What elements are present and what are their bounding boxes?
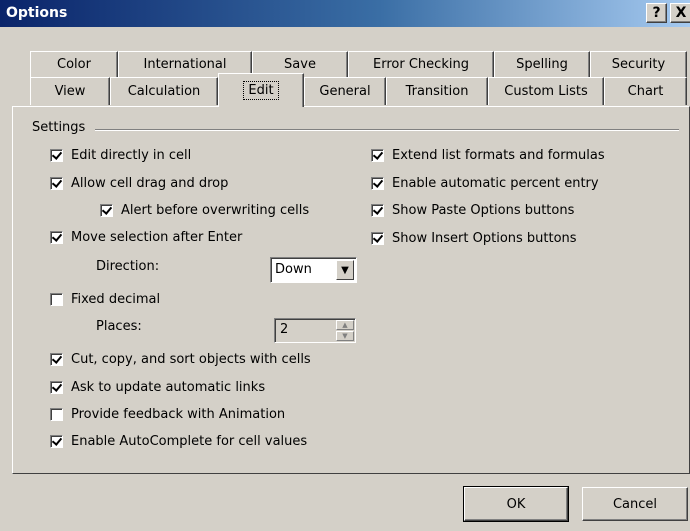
triangle-up-icon[interactable]: ▲ bbox=[336, 320, 354, 330]
check-icon[interactable] bbox=[50, 231, 63, 244]
title-bar: Options ? X bbox=[0, 0, 690, 27]
option-autocomplete[interactable]: Enable AutoComplete for cell values bbox=[50, 434, 307, 449]
tab-error-checking[interactable]: Error Checking bbox=[348, 51, 494, 77]
tab-transition[interactable]: Transition bbox=[386, 77, 488, 105]
check-icon[interactable] bbox=[371, 149, 384, 162]
direction-select[interactable]: Down ▼ bbox=[270, 257, 357, 283]
option-alert-overwrite[interactable]: Alert before overwriting cells bbox=[100, 203, 309, 218]
tab-chart[interactable]: Chart bbox=[604, 77, 687, 105]
option-fixed-decimal[interactable]: Fixed decimal bbox=[50, 292, 160, 307]
check-icon[interactable] bbox=[50, 149, 63, 162]
check-icon[interactable] bbox=[100, 204, 113, 217]
option-paste-options[interactable]: Show Paste Options buttons bbox=[371, 203, 574, 218]
tab-general[interactable]: General bbox=[304, 77, 386, 105]
chevron-down-icon[interactable]: ▼ bbox=[336, 260, 354, 280]
check-icon[interactable] bbox=[50, 353, 63, 366]
check-icon[interactable] bbox=[50, 408, 63, 421]
tab-custom-lists[interactable]: Custom Lists bbox=[488, 77, 604, 105]
check-icon[interactable] bbox=[371, 177, 384, 190]
option-feedback-animation[interactable]: Provide feedback with Animation bbox=[50, 407, 285, 422]
option-percent-entry[interactable]: Enable automatic percent entry bbox=[371, 176, 599, 191]
check-icon[interactable] bbox=[50, 177, 63, 190]
window-title: Options bbox=[6, 5, 68, 21]
tab-calculation[interactable]: Calculation bbox=[110, 77, 218, 105]
direction-label: Direction: bbox=[96, 259, 160, 274]
tab-security[interactable]: Security bbox=[590, 51, 687, 77]
places-spinner[interactable]: 2 ▲ ▼ bbox=[274, 318, 356, 343]
close-button[interactable]: X bbox=[670, 3, 690, 23]
tab-color[interactable]: Color bbox=[30, 51, 118, 77]
check-icon[interactable] bbox=[50, 381, 63, 394]
check-icon[interactable] bbox=[50, 435, 63, 448]
check-icon[interactable] bbox=[371, 204, 384, 217]
tab-view[interactable]: View bbox=[30, 77, 110, 105]
direction-value: Down bbox=[275, 262, 312, 277]
option-cut-copy[interactable]: Cut, copy, and sort objects with cells bbox=[50, 352, 311, 367]
tab-spelling[interactable]: Spelling bbox=[494, 51, 590, 77]
triangle-down-icon[interactable]: ▼ bbox=[336, 331, 354, 341]
places-label: Places: bbox=[96, 319, 142, 334]
option-move-selection[interactable]: Move selection after Enter bbox=[50, 230, 242, 245]
help-button[interactable]: ? bbox=[646, 3, 667, 23]
group-divider bbox=[95, 129, 679, 131]
check-icon[interactable] bbox=[50, 293, 63, 306]
cancel-button[interactable]: Cancel bbox=[582, 487, 688, 521]
settings-group-label: Settings bbox=[32, 120, 92, 135]
option-ask-update[interactable]: Ask to update automatic links bbox=[50, 380, 265, 395]
option-edit-directly[interactable]: Edit directly in cell bbox=[50, 148, 191, 163]
option-drag-drop[interactable]: Allow cell drag and drop bbox=[50, 176, 228, 191]
check-icon[interactable] bbox=[371, 232, 384, 245]
option-insert-options[interactable]: Show Insert Options buttons bbox=[371, 231, 577, 246]
tab-edit[interactable]: Edit bbox=[218, 73, 304, 107]
ok-button[interactable]: OK bbox=[463, 486, 569, 522]
option-extend-list[interactable]: Extend list formats and formulas bbox=[371, 148, 605, 163]
places-value: 2 bbox=[280, 322, 289, 337]
